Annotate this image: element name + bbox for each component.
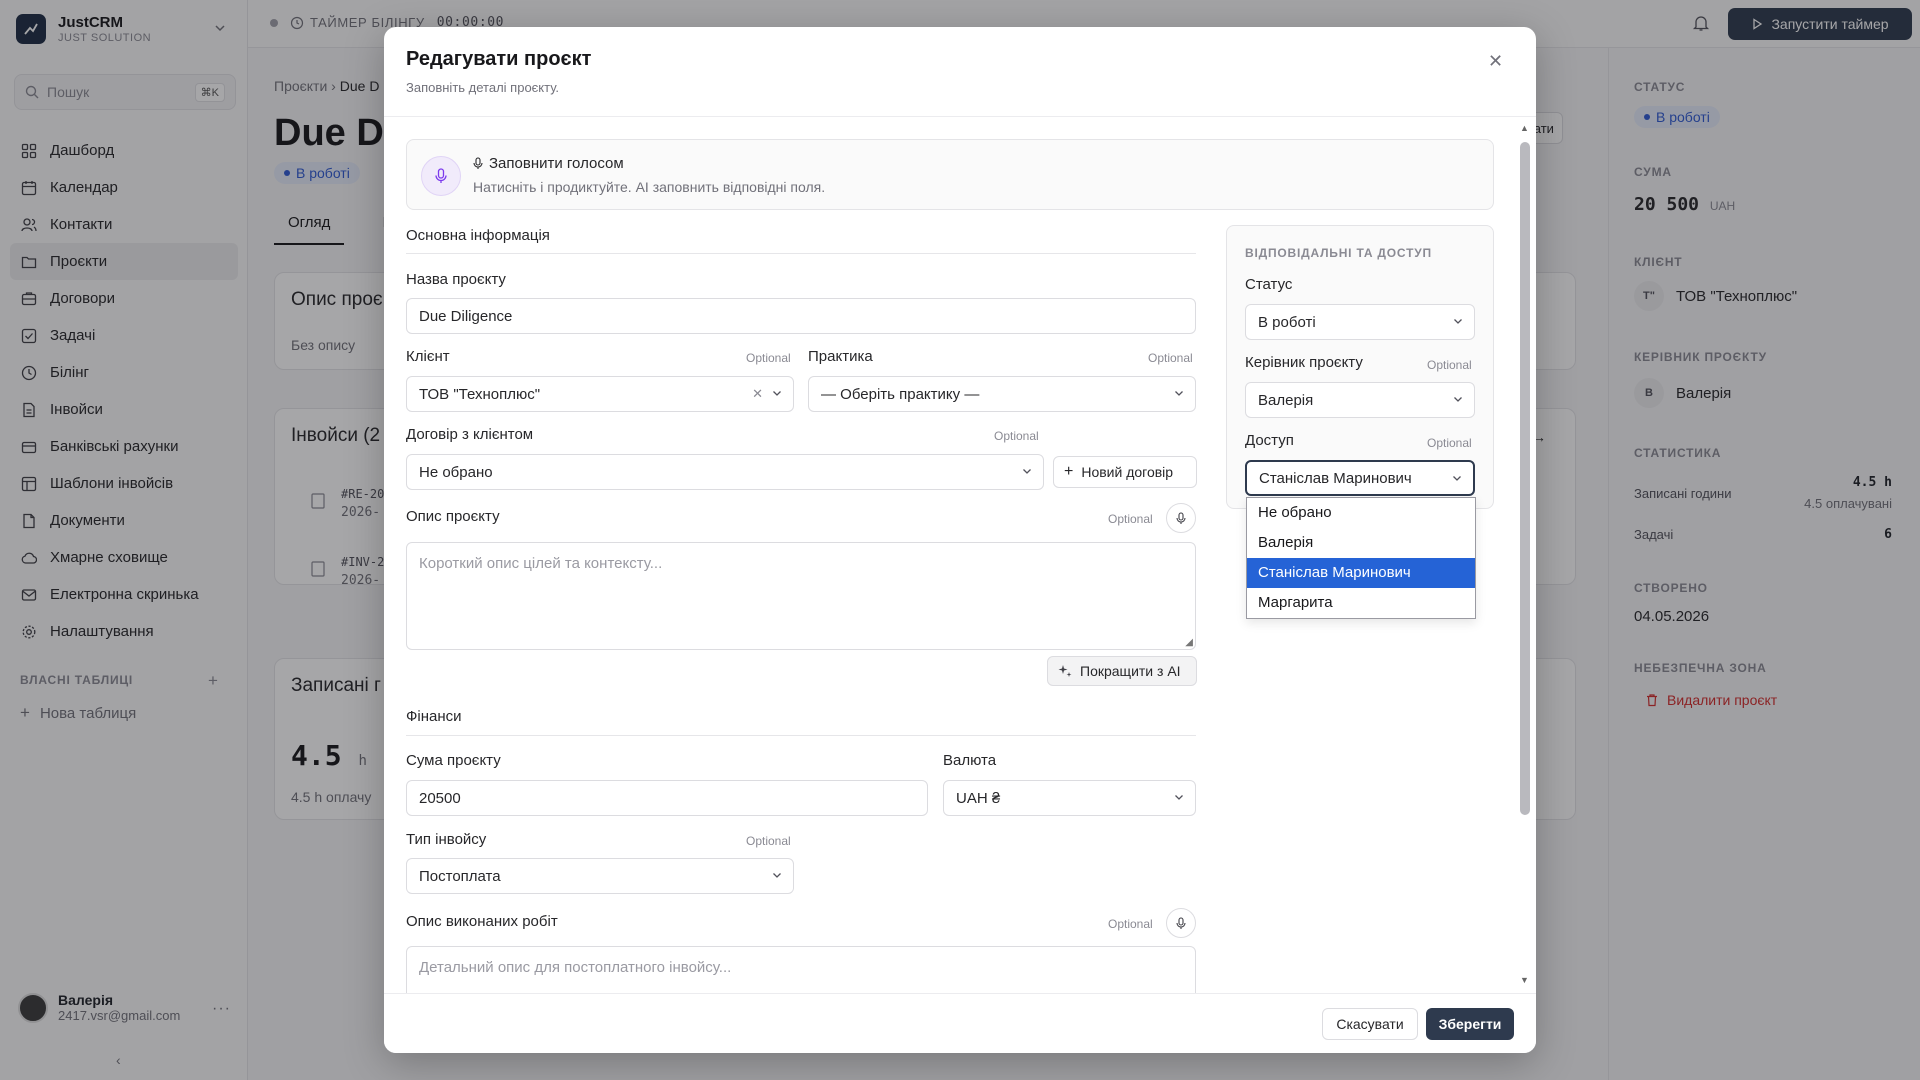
currency-select[interactable]: UAH ₴ [943, 780, 1196, 816]
manager-select-value: Валерія [1258, 391, 1314, 409]
work-description-dictate-button[interactable] [1166, 908, 1196, 938]
dialog-header: Редагувати проєкт Заповніть деталі проєк… [384, 27, 1536, 117]
dialog-title: Редагувати проєкт [406, 48, 592, 70]
close-icon[interactable]: ✕ [1488, 51, 1503, 72]
status-select[interactable]: В роботі [1245, 304, 1475, 340]
plus-icon: + [1064, 463, 1074, 480]
invoice-type-select[interactable]: Постоплата [406, 858, 794, 894]
project-name-label: Назва проєкту [406, 271, 506, 288]
invoice-type-value: Постоплата [419, 867, 501, 885]
scroll-down-icon[interactable]: ▼ [1520, 975, 1529, 985]
contract-select-value: Не обрано [419, 463, 493, 481]
finance-heading: Фінанси [406, 708, 462, 725]
project-name-value: Due Diligence [419, 307, 513, 325]
sparkles-icon [1058, 665, 1072, 677]
voice-fill-button[interactable]: Заповнити голосом Натисніть і продиктуйт… [406, 139, 1494, 210]
improve-with-ai-button[interactable]: Покращити з AI [1047, 656, 1197, 686]
practice-select-value: — Оберіть практику — [821, 385, 980, 403]
clear-icon[interactable]: ✕ [752, 386, 763, 402]
new-contract-label: Новий договір [1081, 464, 1174, 480]
sum-label: Сума проєкту [406, 752, 501, 769]
voice-fill-hint: Натисніть і продиктуйте. AI заповнить ві… [473, 179, 826, 195]
project-name-field[interactable]: Due Diligence [406, 298, 1196, 334]
microphone-icon [421, 156, 461, 196]
chevron-down-icon [1454, 397, 1462, 402]
edit-project-dialog: Редагувати проєкт Заповніть деталі проєк… [384, 27, 1536, 1053]
work-description-placeholder: Детальний опис для постоплатного інвойсу… [419, 959, 732, 976]
client-label: Клієнт [406, 348, 450, 365]
scroll-up-icon[interactable]: ▲ [1520, 123, 1529, 133]
practice-select[interactable]: — Оберіть практику — [808, 376, 1196, 412]
microphone-small-icon [473, 157, 483, 169]
contract-select[interactable]: Не обрано [406, 454, 1044, 490]
client-select-value: ТОВ "Техноплюс" [419, 385, 541, 403]
contract-label: Договір з клієнтом [406, 426, 534, 443]
save-label: Зберегти [1438, 1016, 1502, 1032]
optional-label: Optional [1108, 512, 1153, 526]
currency-label: Валюта [943, 752, 997, 769]
voice-fill-title: Заповнити голосом [489, 155, 624, 172]
optional-label: Optional [746, 834, 791, 848]
improve-with-ai-label: Покращити з AI [1080, 663, 1181, 679]
access-options-list: Не обрано Валерія Станіслав Маринович Ма… [1246, 497, 1476, 619]
chevron-down-icon [1175, 391, 1183, 396]
optional-label: Optional [1427, 436, 1472, 450]
chevron-down-icon [773, 873, 781, 878]
client-select[interactable]: ТОВ "Техноплюс" ✕ [406, 376, 794, 412]
microphone-icon [1176, 916, 1186, 929]
access-label: Доступ [1245, 432, 1294, 449]
chevron-down-icon [1453, 476, 1461, 481]
panel-title: ВІДПОВІДАЛЬНІ ТА ДОСТУП [1245, 246, 1432, 260]
divider [406, 253, 1196, 254]
chevron-down-icon [1023, 469, 1031, 474]
status-label: Статус [1245, 276, 1293, 293]
description-placeholder: Короткий опис цілей та контексту... [419, 555, 663, 572]
sum-field-value: 20500 [419, 789, 461, 807]
chevron-down-icon [1454, 319, 1462, 324]
cancel-button[interactable]: Скасувати [1322, 1008, 1418, 1040]
practice-label: Практика [808, 348, 873, 365]
sum-field[interactable]: 20500 [406, 780, 928, 816]
chevron-down-icon [773, 391, 781, 396]
invoice-type-label: Тип інвойсу [406, 831, 487, 848]
access-option-selected[interactable]: Станіслав Маринович [1247, 558, 1475, 588]
microphone-icon [1176, 511, 1186, 524]
description-textarea[interactable]: Короткий опис цілей та контексту... ◢ [406, 542, 1196, 650]
dialog-subtitle: Заповніть деталі проєкту. [406, 80, 560, 95]
description-dictate-button[interactable] [1166, 503, 1196, 533]
new-contract-button[interactable]: + Новий договір [1053, 456, 1197, 488]
basic-info-heading: Основна інформація [406, 227, 550, 244]
description-label: Опис проєкту [406, 508, 500, 525]
access-option[interactable]: Маргарита [1247, 588, 1475, 618]
access-option[interactable]: Не обрано [1247, 498, 1475, 528]
dialog-footer: Скасувати Зберегти [384, 993, 1536, 1053]
save-button[interactable]: Зберегти [1426, 1008, 1514, 1040]
access-option[interactable]: Валерія [1247, 528, 1475, 558]
chevron-down-icon [1175, 795, 1183, 800]
optional-label: Optional [1148, 351, 1193, 365]
status-select-value: В роботі [1258, 313, 1316, 331]
manager-select[interactable]: Валерія [1245, 382, 1475, 418]
optional-label: Optional [1427, 358, 1472, 372]
optional-label: Optional [1108, 917, 1153, 931]
optional-label: Optional [746, 351, 791, 365]
manager-label: Керівник проєкту [1245, 354, 1363, 371]
optional-label: Optional [994, 429, 1039, 443]
access-select-value: Станіслав Маринович [1259, 469, 1412, 487]
resize-handle-icon[interactable]: ◢ [1185, 637, 1193, 648]
responsible-access-panel: ВІДПОВІДАЛЬНІ ТА ДОСТУП Статус В роботі … [1226, 225, 1494, 509]
divider [406, 735, 1196, 736]
scrollbar-thumb[interactable] [1520, 142, 1530, 815]
work-description-label: Опис виконаних робіт [406, 913, 558, 930]
cancel-label: Скасувати [1336, 1016, 1404, 1032]
access-select[interactable]: Станіслав Маринович [1245, 460, 1475, 496]
currency-select-value: UAH ₴ [956, 789, 1001, 807]
